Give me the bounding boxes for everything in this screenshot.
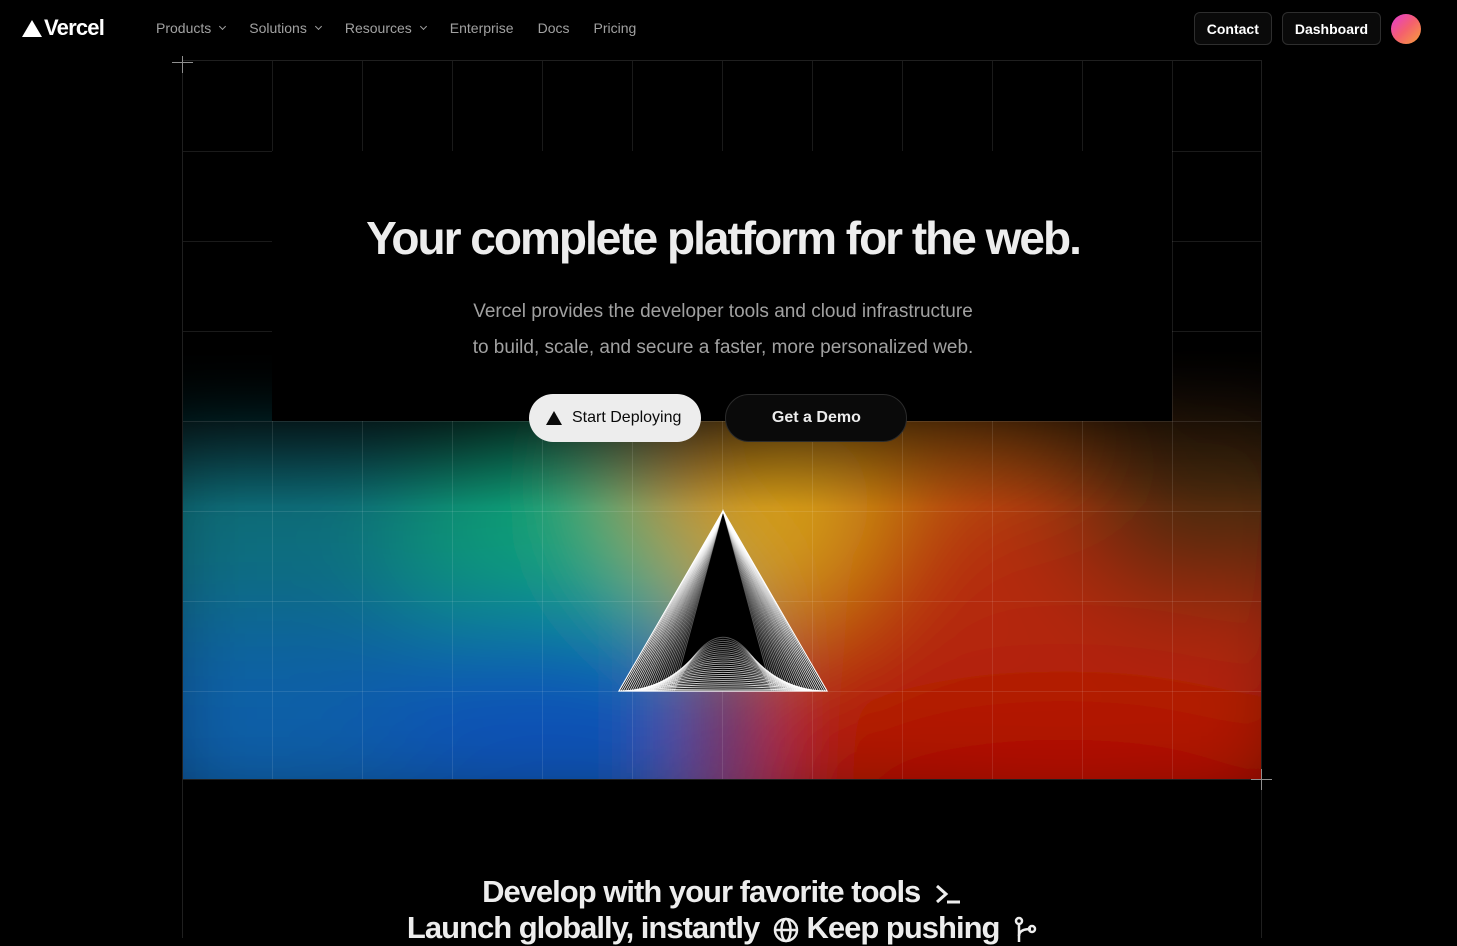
nav-item-label: Enterprise <box>449 20 514 36</box>
nav-item-pricing[interactable]: Pricing <box>593 20 636 36</box>
contact-button[interactable]: Contact <box>1193 12 1272 45</box>
hero-subtitle-line-1: Vercel provides the developer tools and … <box>473 301 973 322</box>
tagline-section: Develop with your favorite tools Launch … <box>182 874 1262 946</box>
hero-section: Your complete platform for the web. Verc… <box>182 60 1262 780</box>
hero-subtitle: Vercel provides the developer tools and … <box>183 294 1261 366</box>
vercel-logo[interactable]: Vercel <box>22 15 105 40</box>
nav-item-products[interactable]: Products <box>156 20 227 36</box>
nav-actions: Contact Dashboard <box>1193 12 1421 45</box>
globe-icon <box>773 917 799 943</box>
chevron-down-icon <box>314 22 322 31</box>
corner-plus-icon <box>1251 769 1272 790</box>
vercel-triangle-icon <box>546 411 562 425</box>
tagline-part-2: Launch globally, instantly <box>406 910 760 945</box>
chevron-down-icon <box>219 22 227 31</box>
prism-triangle-graphic <box>617 509 829 692</box>
vercel-triangle-icon <box>22 19 42 37</box>
tagline-line-2: Launch globally, instantly Keep pushing <box>182 910 1262 946</box>
nav-item-label: Solutions <box>249 20 307 36</box>
nav-item-enterprise[interactable]: Enterprise <box>450 20 514 36</box>
dashboard-button[interactable]: Dashboard <box>1281 12 1381 45</box>
tagline-part-3: Keep pushing <box>806 910 1001 945</box>
chevron-down-icon <box>419 22 427 31</box>
terminal-icon <box>935 884 960 904</box>
nav-item-label: Products <box>156 20 212 36</box>
get-a-demo-button[interactable]: Get a Demo <box>725 394 908 442</box>
nav-links: Products Solutions Resources Enterprise … <box>156 0 660 56</box>
tagline-part-1: Develop with your favorite tools <box>482 874 921 909</box>
hero-cta-row: Start Deploying Get a Demo <box>529 394 908 442</box>
nav-item-resources[interactable]: Resources <box>344 20 427 36</box>
hero-subtitle-line-2: to build, scale, and secure a faster, mo… <box>472 337 974 358</box>
nav-item-label: Docs <box>537 20 570 36</box>
user-avatar[interactable] <box>1391 13 1421 44</box>
hero-title: Your complete platform for the web. <box>366 212 1082 264</box>
nav-item-label: Resources <box>344 20 412 36</box>
branch-icon <box>1014 916 1037 942</box>
start-deploying-button[interactable]: Start Deploying <box>529 394 702 442</box>
top-navigation: Vercel Products Solutions Resources Ente… <box>0 0 1457 56</box>
start-deploying-label: Start Deploying <box>572 409 682 426</box>
logo-text: Vercel <box>44 15 105 40</box>
hero-text-panel <box>272 151 1172 421</box>
tagline-line-1: Develop with your favorite tools <box>182 874 1262 910</box>
nav-item-label: Pricing <box>593 20 637 36</box>
nav-item-docs[interactable]: Docs <box>538 20 570 36</box>
nav-item-solutions[interactable]: Solutions <box>249 20 322 36</box>
